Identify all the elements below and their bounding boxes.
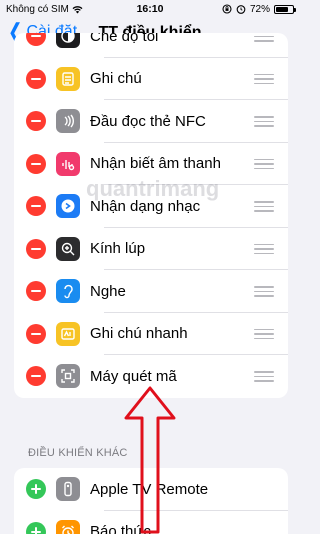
drag-handle-icon[interactable] — [254, 73, 274, 84]
drag-handle-icon[interactable] — [254, 158, 274, 169]
more-controls-list: Apple TV Remote Báo thức — [14, 468, 288, 534]
nfc-icon — [56, 109, 80, 134]
wifi-icon — [72, 5, 83, 13]
remove-control-button[interactable] — [26, 153, 46, 174]
dark-mode-icon — [56, 33, 80, 49]
drag-handle-icon[interactable] — [254, 371, 274, 382]
drag-handle-icon[interactable] — [254, 243, 274, 254]
battery-percent: 72% — [249, 3, 270, 15]
drag-handle-icon[interactable] — [254, 328, 274, 339]
section-header-more-controls: ĐIỀU KHIỂN KHÁC — [28, 447, 128, 459]
remove-control-button[interactable] — [26, 111, 46, 132]
carrier-label: Không có SIM — [6, 3, 69, 15]
control-row: Ghi chú nhanh — [14, 313, 288, 355]
control-label: Chế độ tối — [90, 33, 159, 45]
add-control-button[interactable] — [26, 521, 46, 534]
drag-handle-icon[interactable] — [254, 286, 274, 297]
drag-handle-icon[interactable] — [254, 33, 274, 42]
remove-control-button[interactable] — [26, 281, 46, 302]
control-row: Apple TV Remote — [14, 468, 288, 511]
control-label: Báo thức — [90, 523, 151, 534]
remove-control-button[interactable] — [26, 68, 46, 89]
notes-icon — [56, 66, 80, 91]
control-row: Ghi chú — [14, 58, 288, 100]
orientation-lock-icon — [222, 4, 232, 14]
remove-control-button[interactable] — [26, 196, 46, 217]
remove-control-button[interactable] — [26, 238, 46, 259]
control-row: Nhận dạng nhạc — [14, 185, 288, 228]
sound-recognition-icon — [56, 151, 80, 176]
control-row: Nghe — [14, 270, 288, 313]
control-label: Ghi chú — [90, 70, 142, 88]
magnifier-icon — [56, 236, 80, 261]
remove-control-button[interactable] — [26, 33, 46, 47]
alarm-status-icon — [236, 5, 246, 14]
status-right: 72% — [184, 3, 296, 15]
control-row: Kính lúp — [14, 228, 288, 270]
control-label: Nghe — [90, 282, 126, 300]
control-row: Đầu đọc thẻ NFC — [14, 100, 288, 143]
code-scanner-icon — [56, 364, 80, 389]
status-bar: Không có SIM 16:10 72% — [0, 0, 300, 18]
battery-level — [276, 6, 288, 12]
hearing-icon — [56, 279, 80, 304]
control-row: Chế độ tối — [14, 33, 288, 58]
control-row: Nhận biết âm thanh — [14, 143, 288, 185]
quick-note-icon — [56, 321, 80, 346]
battery-icon — [274, 4, 296, 14]
control-row: Máy quét mã — [14, 355, 288, 398]
remove-control-button[interactable] — [26, 366, 46, 387]
status-time: 16:10 — [136, 3, 164, 15]
control-label: Nhận biết âm thanh — [90, 155, 221, 173]
status-left: Không có SIM — [6, 4, 116, 15]
control-label: Đầu đọc thẻ NFC — [90, 112, 206, 130]
control-row: Báo thức — [14, 511, 288, 534]
included-controls-list: Chế độ tối Ghi chú Đầu đọc thẻ NFC Nhận biế… — [14, 33, 288, 398]
control-label: Kính lúp — [90, 240, 146, 258]
remove-control-button[interactable] — [26, 323, 46, 344]
add-control-button[interactable] — [26, 479, 46, 500]
apple-tv-remote-icon — [56, 477, 80, 502]
control-label: Apple TV Remote — [90, 480, 209, 498]
drag-handle-icon[interactable] — [254, 116, 274, 127]
alarm-icon — [56, 519, 80, 534]
control-label: Nhận dạng nhạc — [90, 197, 201, 215]
shazam-icon — [56, 194, 80, 219]
control-label: Ghi chú nhanh — [90, 325, 188, 343]
control-label: Máy quét mã — [90, 367, 177, 385]
drag-handle-icon[interactable] — [254, 201, 274, 212]
